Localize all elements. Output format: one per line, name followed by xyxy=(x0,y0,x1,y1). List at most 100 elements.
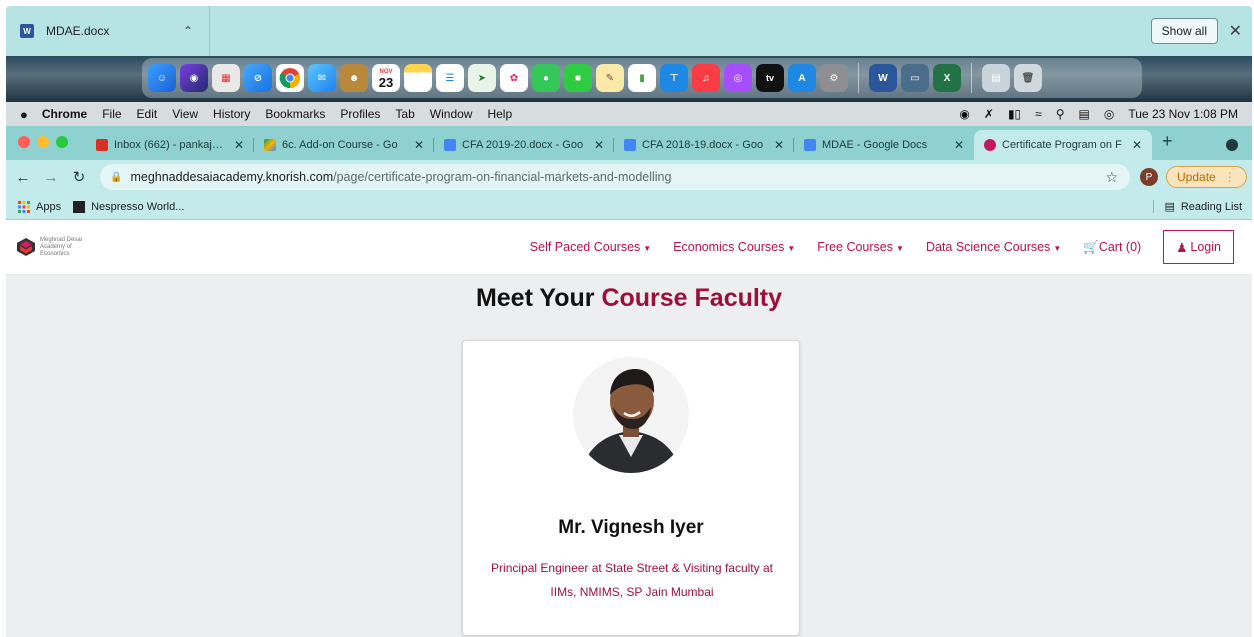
show-all-button[interactable]: Show all xyxy=(1150,18,1218,44)
music-icon[interactable]: ♫ xyxy=(692,64,720,92)
lock-icon[interactable]: 🔒 xyxy=(110,172,122,183)
download-item[interactable]: W MDAE.docx ⌃ xyxy=(6,6,210,56)
reminders-icon[interactable]: ☰ xyxy=(436,64,464,92)
nav-free-courses[interactable]: Free Courses ▼ xyxy=(817,240,904,254)
user-icon: ♟ xyxy=(1176,240,1188,255)
update-button[interactable]: Update ⋮ xyxy=(1166,166,1247,188)
minimize-window-button[interactable] xyxy=(37,136,49,148)
battery-icon[interactable]: ▮▯ xyxy=(1008,107,1021,121)
nav-data-science-courses[interactable]: Data Science Courses ▼ xyxy=(926,240,1061,254)
nav-economics-courses[interactable]: Economics Courses ▼ xyxy=(673,240,795,254)
close-window-button[interactable] xyxy=(18,136,30,148)
close-tab-icon[interactable]: ✕ xyxy=(234,138,244,152)
evernote-status-icon[interactable]: ◉ xyxy=(959,107,969,121)
bookmark-apps[interactable]: Apps xyxy=(18,200,61,213)
window-controls xyxy=(6,136,86,160)
close-tab-icon[interactable]: ✕ xyxy=(774,138,784,152)
launchpad-icon[interactable]: ▦ xyxy=(212,64,240,92)
apps-grid-icon xyxy=(18,200,30,213)
facetime-icon[interactable]: ■ xyxy=(564,64,592,92)
close-tab-icon[interactable]: ✕ xyxy=(954,138,964,152)
system-preferences-icon[interactable]: ⚙ xyxy=(820,64,848,92)
address-bar[interactable]: 🔒 meghnaddesaiacademy.knorish.com/page/c… xyxy=(100,164,1130,190)
reading-list-button[interactable]: ▤ Reading List xyxy=(1153,200,1242,213)
siri-icon[interactable]: ◉ xyxy=(180,64,208,92)
downloads-stack-icon[interactable]: ▤ xyxy=(982,64,1010,92)
logo-line-2: Academy of Economics xyxy=(40,243,72,257)
menu-edit[interactable]: Edit xyxy=(137,107,158,121)
site-logo[interactable]: Meghnad Desai Academy of Economics xyxy=(16,237,100,258)
bluetooth-icon[interactable]: ✗ xyxy=(984,107,994,121)
photos-icon[interactable]: ✿ xyxy=(500,64,528,92)
app-store-icon[interactable]: A xyxy=(788,64,816,92)
wifi-icon[interactable]: ≈ xyxy=(1035,107,1042,121)
tab-certificate-program[interactable]: Certificate Program on F ✕ xyxy=(974,130,1152,160)
reload-icon[interactable]: ↻ xyxy=(68,168,90,186)
heading-accent: Course Faculty xyxy=(601,284,783,312)
menu-file[interactable]: File xyxy=(102,107,121,121)
apple-tv-icon[interactable]: tv xyxy=(756,64,784,92)
section-heading: Meet Your Course Faculty xyxy=(6,284,1252,313)
menu-history[interactable]: History xyxy=(213,107,250,121)
reading-list-label: Reading List xyxy=(1180,200,1242,213)
control-center-icon[interactable]: ▤ xyxy=(1079,107,1090,121)
safari-icon[interactable]: ⊘ xyxy=(244,64,272,92)
excel-icon[interactable]: X xyxy=(933,64,961,92)
nav-label: Free Courses xyxy=(817,240,894,254)
bookmark-star-icon[interactable]: ☆ xyxy=(1105,169,1118,186)
menu-window[interactable]: Window xyxy=(430,107,473,121)
spotlight-search-icon[interactable]: ⚲ xyxy=(1056,107,1065,121)
back-arrow-icon[interactable]: ← xyxy=(12,169,34,186)
podcasts-icon[interactable]: ◎ xyxy=(724,64,752,92)
calendar-icon[interactable]: NOV 23 xyxy=(372,64,400,92)
screen-sharing-icon[interactable]: ▭ xyxy=(901,64,929,92)
tab-cfa-2019[interactable]: CFA 2019-20.docx - Goo ✕ xyxy=(434,130,614,160)
close-tab-icon[interactable]: ✕ xyxy=(1132,138,1142,152)
tab-gmail[interactable]: Inbox (662) - pankaj@jd ✕ xyxy=(86,130,254,160)
dock-separator xyxy=(971,63,972,93)
cart-link[interactable]: 🛒Cart (0) xyxy=(1083,240,1141,255)
word-icon[interactable]: W xyxy=(869,64,897,92)
tab-search-icon[interactable] xyxy=(1226,139,1238,151)
keynote-icon[interactable]: ⊤ xyxy=(660,64,688,92)
web-page: Meghnad Desai Academy of Economics Self … xyxy=(6,220,1252,637)
tab-mdae[interactable]: MDAE - Google Docs ✕ xyxy=(794,130,974,160)
tab-title: CFA 2018-19.docx - Goo xyxy=(642,139,764,151)
apple-menu-icon[interactable]: ● xyxy=(20,107,28,122)
menu-tab[interactable]: Tab xyxy=(395,107,414,121)
profile-avatar[interactable]: P xyxy=(1140,168,1158,186)
close-tab-icon[interactable]: ✕ xyxy=(594,138,604,152)
new-tab-button[interactable]: + xyxy=(1162,131,1173,160)
chevron-up-icon[interactable]: ⌃ xyxy=(183,24,193,38)
forward-arrow-icon[interactable]: → xyxy=(40,169,62,186)
close-icon[interactable]: ✕ xyxy=(1229,21,1242,41)
menu-help[interactable]: Help xyxy=(487,107,512,121)
tab-cfa-2018[interactable]: CFA 2018-19.docx - Goo ✕ xyxy=(614,130,794,160)
textedit-icon[interactable]: ✎ xyxy=(596,64,624,92)
zoom-window-button[interactable] xyxy=(56,136,68,148)
notes-icon[interactable] xyxy=(404,64,432,92)
tab-google-drive[interactable]: 6c. Add-on Course - Go ✕ xyxy=(254,130,434,160)
reading-list-icon: ▤ xyxy=(1164,201,1175,213)
menu-app-name[interactable]: Chrome xyxy=(42,107,87,121)
chrome-icon[interactable] xyxy=(276,64,304,92)
login-button[interactable]: ♟ Login xyxy=(1163,230,1234,264)
maps-icon[interactable]: ➤ xyxy=(468,64,496,92)
siri-menu-icon[interactable]: ◎ xyxy=(1104,107,1114,121)
nav-label: Data Science Courses xyxy=(925,240,1051,254)
mail-icon[interactable]: ✉ xyxy=(308,64,336,92)
menu-view[interactable]: View xyxy=(172,107,198,121)
nespresso-icon xyxy=(73,200,86,213)
messages-icon[interactable]: ● xyxy=(532,64,560,92)
finder-icon[interactable]: ☺ xyxy=(148,64,176,92)
numbers-icon[interactable]: ▮ xyxy=(628,64,656,92)
contacts-icon[interactable]: ☻ xyxy=(340,64,368,92)
menu-datetime[interactable]: Tue 23 Nov 1:08 PM xyxy=(1128,107,1238,121)
menu-profiles[interactable]: Profiles xyxy=(340,107,380,121)
trash-icon[interactable]: 🗑 xyxy=(1014,64,1042,92)
bookmark-nespresso[interactable]: Nespresso World... xyxy=(73,200,184,213)
nav-self-paced-courses[interactable]: Self Paced Courses ▼ xyxy=(530,240,651,254)
menu-bookmarks[interactable]: Bookmarks xyxy=(265,107,325,121)
close-tab-icon[interactable]: ✕ xyxy=(414,138,424,152)
caret-down-icon: ▼ xyxy=(896,244,904,253)
